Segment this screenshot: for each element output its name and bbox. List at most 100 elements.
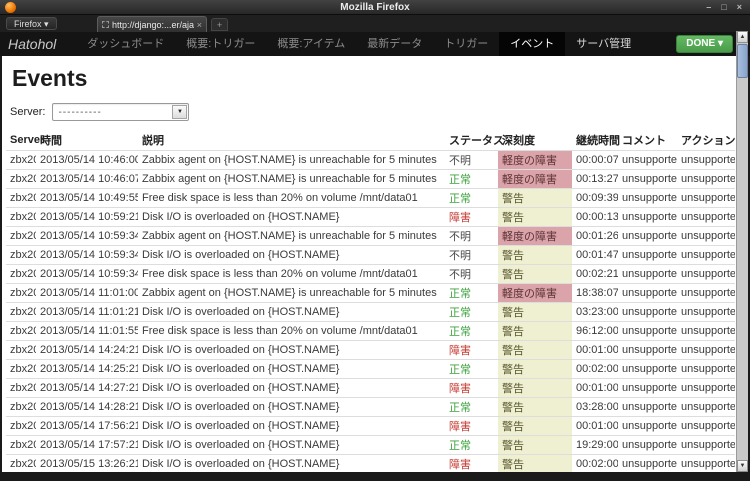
cell-description: Disk I/O is overloaded on {HOST.NAME}: [138, 417, 445, 436]
cell-duration: 00:01:00: [572, 341, 618, 360]
cell-comment: unsupported: [618, 379, 677, 398]
vertical-scrollbar[interactable]: ▲ ▼: [736, 31, 748, 472]
cell-description: Zabbix agent on {HOST.NAME} is unreachab…: [138, 170, 445, 189]
nav-item-dashboard[interactable]: ダッシュボード: [76, 32, 175, 56]
event-row: zbx202013/05/14 14:28:21Disk I/O is over…: [6, 398, 735, 417]
close-window-button-icon[interactable]: ×: [737, 2, 742, 13]
cell-status: 正常: [445, 360, 498, 379]
cell-status: 正常: [445, 170, 498, 189]
event-row: zbx202013/05/14 10:46:07Zabbix agent on …: [6, 170, 735, 189]
cell-description: Disk I/O is overloaded on {HOST.NAME}: [138, 246, 445, 265]
cell-duration: 18:38:07: [572, 284, 618, 303]
cell-duration: 00:00:07: [572, 151, 618, 170]
cell-duration: 03:28:00: [572, 398, 618, 417]
column-header: 深刻度: [498, 130, 572, 151]
cell-description: Disk I/O is overloaded on {HOST.NAME}: [138, 208, 445, 227]
nav-item-latest-data[interactable]: 最新データ: [356, 32, 433, 56]
event-row: zbx202013/05/14 10:49:55Free disk space …: [6, 189, 735, 208]
cell-server: zbx20: [6, 436, 36, 455]
cell-time: 2013/05/14 10:59:21: [36, 208, 138, 227]
cell-comment: unsupported: [618, 455, 677, 473]
cell-action: unsupported: [677, 151, 735, 170]
cell-status: 正常: [445, 303, 498, 322]
cell-description: Disk I/O is overloaded on {HOST.NAME}: [138, 455, 445, 473]
cell-description: Disk I/O is overloaded on {HOST.NAME}: [138, 398, 445, 417]
cell-server: zbx20: [6, 455, 36, 473]
event-row: zbx202013/05/14 10:59:21Disk I/O is over…: [6, 208, 735, 227]
cell-description: Zabbix agent on {HOST.NAME} is unreachab…: [138, 284, 445, 303]
column-header: 説明: [138, 130, 445, 151]
event-row: zbx202013/05/14 10:46:00Zabbix agent on …: [6, 151, 735, 170]
cell-severity: 警告: [498, 360, 572, 379]
cell-comment: unsupported: [618, 303, 677, 322]
cell-status: 不明: [445, 227, 498, 246]
cell-server: zbx20: [6, 360, 36, 379]
tab-favicon-icon: [102, 21, 109, 28]
event-row: zbx202013/05/14 10:59:34Free disk space …: [6, 265, 735, 284]
cell-action: unsupported: [677, 436, 735, 455]
cell-action: unsupported: [677, 455, 735, 473]
done-button[interactable]: DONE ▾: [676, 35, 733, 53]
cell-server: zbx20: [6, 398, 36, 417]
column-header: アクション: [677, 130, 735, 151]
cell-status: 不明: [445, 265, 498, 284]
cell-status: 障害: [445, 455, 498, 473]
scrollbar-thumb[interactable]: [737, 44, 748, 78]
nav-item-overview-trigger[interactable]: 概要:トリガー: [175, 32, 266, 56]
cell-severity: 警告: [498, 398, 572, 417]
cell-action: unsupported: [677, 379, 735, 398]
nav-item-overview-item[interactable]: 概要:アイテム: [266, 32, 356, 56]
browser-tab[interactable]: http://django:...er/ajax_events ×: [97, 16, 207, 32]
server-filter-row: Server: ---------- ▼: [10, 103, 189, 121]
hatohol-brand: Hatohol: [8, 36, 56, 52]
cell-severity: 警告: [498, 189, 572, 208]
scroll-down-arrow-icon[interactable]: ▼: [737, 460, 748, 472]
cell-comment: unsupported: [618, 360, 677, 379]
cell-severity: 軽度の障害: [498, 170, 572, 189]
cell-action: unsupported: [677, 284, 735, 303]
cell-duration: 96:12:00: [572, 322, 618, 341]
cell-server: zbx20: [6, 284, 36, 303]
window-titlebar: Mozilla Firefox – □ ×: [0, 0, 750, 15]
cell-duration: 00:01:47: [572, 246, 618, 265]
cell-status: 正常: [445, 398, 498, 417]
cell-status: 不明: [445, 246, 498, 265]
cell-status: 障害: [445, 379, 498, 398]
event-row: zbx202013/05/14 14:27:21Disk I/O is over…: [6, 379, 735, 398]
nav-item-trigger[interactable]: トリガー: [433, 32, 499, 56]
cell-duration: 00:02:00: [572, 360, 618, 379]
cell-duration: 00:09:39: [572, 189, 618, 208]
cell-time: 2013/05/14 17:57:21: [36, 436, 138, 455]
cell-action: unsupported: [677, 227, 735, 246]
maximize-button-icon[interactable]: □: [721, 2, 726, 13]
cell-severity: 警告: [498, 341, 572, 360]
event-row: zbx202013/05/14 11:01:00Zabbix agent on …: [6, 284, 735, 303]
cell-time: 2013/05/14 10:46:07: [36, 170, 138, 189]
cell-time: 2013/05/15 13:26:21: [36, 455, 138, 473]
cell-comment: unsupported: [618, 246, 677, 265]
cell-severity: 警告: [498, 265, 572, 284]
tab-close-icon[interactable]: ×: [197, 20, 202, 30]
nav-item-events[interactable]: イベント: [499, 32, 565, 56]
cell-duration: 00:00:13: [572, 208, 618, 227]
cell-server: zbx20: [6, 151, 36, 170]
nav-item-server-admin[interactable]: サーバ管理: [565, 32, 642, 56]
minimize-button-icon[interactable]: –: [706, 2, 711, 13]
scroll-up-arrow-icon[interactable]: ▲: [737, 31, 748, 43]
cell-status: 正常: [445, 322, 498, 341]
cell-comment: unsupported: [618, 436, 677, 455]
event-row: zbx202013/05/14 10:59:34Zabbix agent on …: [6, 227, 735, 246]
new-tab-button[interactable]: +: [211, 18, 228, 31]
firefox-menu-button[interactable]: Firefox ▾: [6, 17, 57, 30]
app-navbar: Hatohol ダッシュボード概要:トリガー概要:アイテム最新データトリガーイベ…: [0, 32, 750, 56]
cell-duration: 00:01:26: [572, 227, 618, 246]
events-table: Server時間説明ステータス深刻度継続時間コメントアクション zbx20201…: [6, 130, 735, 472]
server-select[interactable]: ---------- ▼: [52, 103, 189, 121]
cell-action: unsupported: [677, 341, 735, 360]
cell-server: zbx20: [6, 322, 36, 341]
cell-severity: 軽度の障害: [498, 151, 572, 170]
cell-description: Free disk space is less than 20% on volu…: [138, 265, 445, 284]
event-row: zbx202013/05/15 13:26:21Disk I/O is over…: [6, 455, 735, 473]
cell-description: Disk I/O is overloaded on {HOST.NAME}: [138, 341, 445, 360]
cell-status: 障害: [445, 341, 498, 360]
